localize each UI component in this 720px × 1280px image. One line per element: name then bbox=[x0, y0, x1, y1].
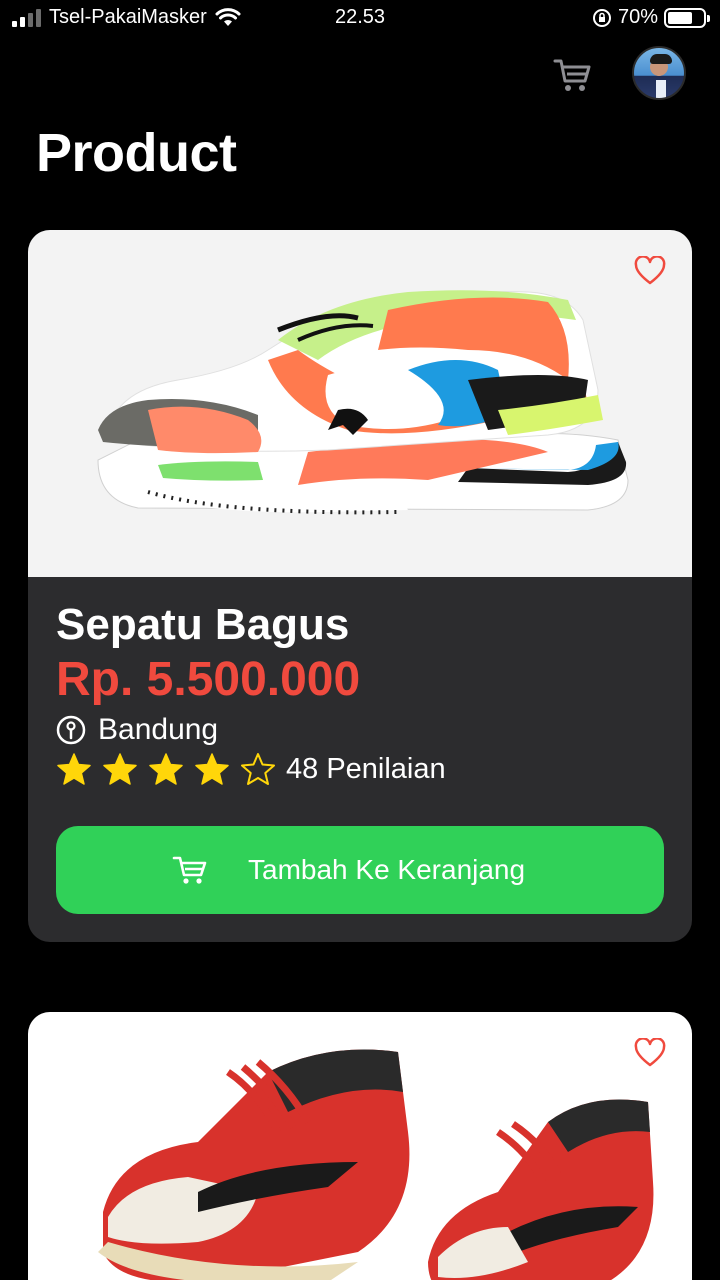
product-price: Rp. 5.500.000 bbox=[56, 653, 361, 706]
product-rating: 48 Penilaian bbox=[56, 749, 664, 789]
page-title: Product bbox=[36, 123, 237, 183]
cart-icon[interactable] bbox=[552, 56, 592, 94]
product-name: Sepatu Bagus bbox=[56, 600, 350, 649]
location-pin-icon bbox=[56, 715, 86, 745]
sneaker-image bbox=[98, 1049, 654, 1280]
star-filled-icon bbox=[57, 753, 91, 785]
star-outline-icon bbox=[241, 753, 275, 785]
sneaker-image bbox=[97, 290, 629, 515]
product-info: Sepatu Bagus Rp. 5.500.000 Bandung 48 Pe… bbox=[28, 577, 692, 789]
rating-stars bbox=[56, 752, 276, 786]
profile-avatar[interactable] bbox=[632, 46, 686, 100]
add-to-cart-button[interactable]: Tambah Ke Keranjang bbox=[56, 826, 664, 914]
battery-group: 70% bbox=[592, 6, 710, 29]
product-card[interactable] bbox=[28, 1012, 692, 1280]
heart-outline-icon[interactable] bbox=[634, 1038, 666, 1068]
review-count: 48 Penilaian bbox=[286, 753, 446, 785]
star-filled-icon bbox=[195, 753, 229, 785]
product-card[interactable]: Sepatu Bagus Rp. 5.500.000 Bandung 48 Pe… bbox=[28, 230, 692, 942]
product-image[interactable] bbox=[28, 1012, 692, 1280]
battery-percent: 70% bbox=[617, 6, 658, 28]
star-filled-icon bbox=[149, 753, 183, 785]
orientation-lock-icon bbox=[592, 8, 611, 27]
heart-outline-icon[interactable] bbox=[634, 256, 666, 286]
product-location: Bandung bbox=[56, 711, 664, 749]
location-label: Bandung bbox=[98, 713, 219, 746]
star-filled-icon bbox=[103, 753, 137, 785]
status-bar: Tsel-PakaiMasker 22.53 70% bbox=[0, 0, 720, 38]
cart-icon bbox=[172, 856, 207, 884]
product-image[interactable] bbox=[28, 230, 692, 577]
add-to-cart-label: Tambah Ke Keranjang bbox=[248, 854, 526, 885]
battery-icon bbox=[664, 7, 710, 28]
